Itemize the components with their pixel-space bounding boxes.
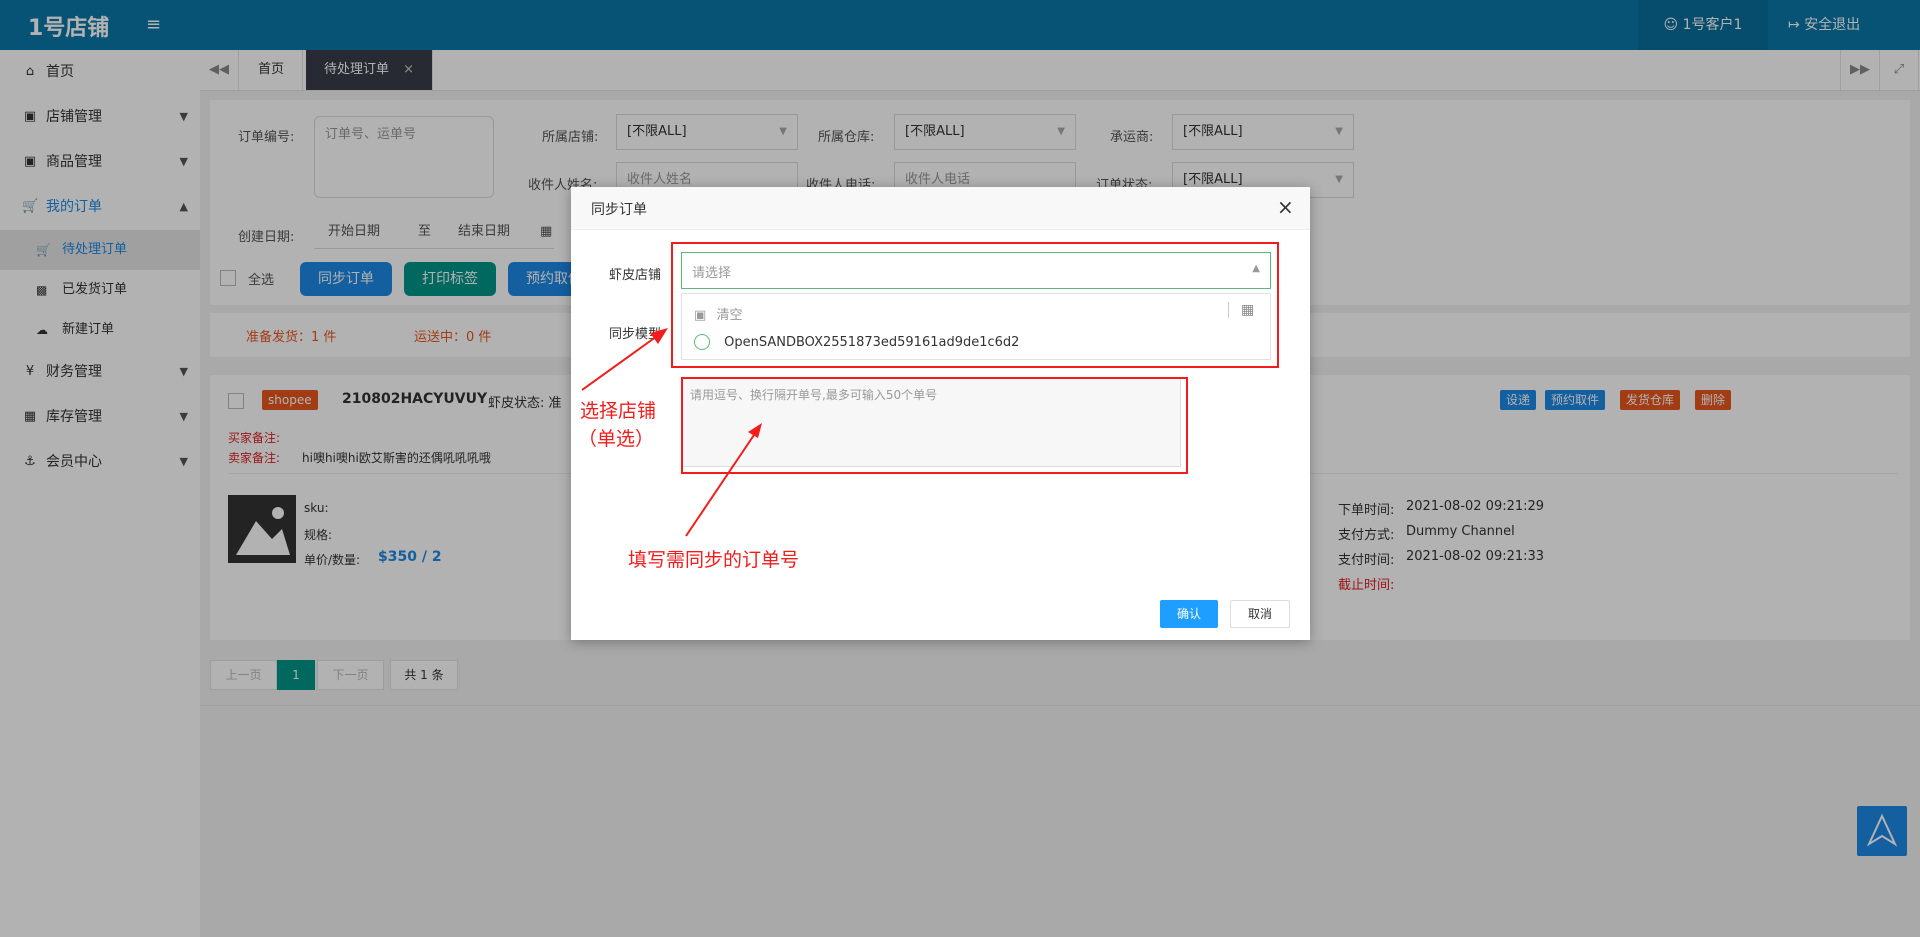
arrow-to-orders bbox=[685, 431, 757, 537]
arrow-to-shop bbox=[581, 333, 661, 391]
annotation-arrows bbox=[581, 328, 762, 537]
annotation-fill-orders: 填写需同步的订单号 bbox=[628, 549, 800, 571]
annotation-single: （单选） bbox=[578, 428, 655, 450]
arrow-head-icon bbox=[650, 328, 668, 344]
arrow-head-icon bbox=[748, 423, 762, 438]
annotation-select-shop: 选择店铺 bbox=[580, 400, 657, 422]
